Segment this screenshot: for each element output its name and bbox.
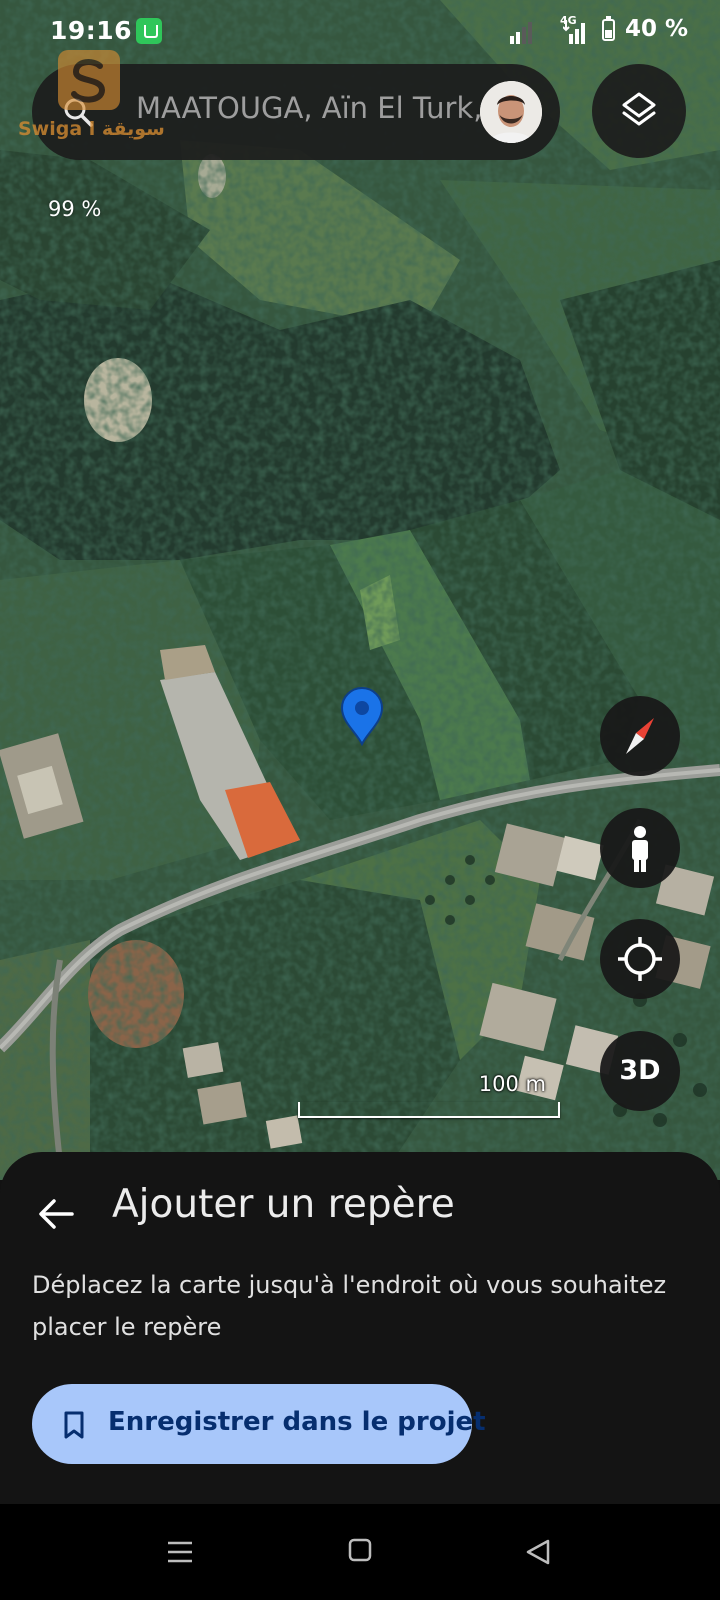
- sheet-title: Ajouter un repère: [112, 1182, 455, 1227]
- add-placemark-sheet: Ajouter un repère Déplacez la carte jusq…: [0, 1152, 720, 1504]
- my-location-icon: [618, 937, 662, 981]
- battery-level: 40 %: [625, 16, 689, 42]
- back-triangle-icon[interactable]: [524, 1538, 552, 1566]
- back-arrow-icon[interactable]: [36, 1194, 76, 1234]
- watermark-text: Swiga l سويقة: [18, 118, 165, 140]
- compass-icon: [626, 718, 654, 754]
- search-query-text[interactable]: MAATOUGA, Aïn El Turk, Oran, Algérie: [136, 91, 486, 125]
- map-scale: 100 m: [298, 1072, 560, 1118]
- save-to-project-button[interactable]: Enregistrer dans le projet: [32, 1384, 486, 1464]
- location-pin-icon: [340, 687, 384, 746]
- recents-icon[interactable]: [166, 1540, 194, 1564]
- street-view-button[interactable]: [600, 808, 680, 888]
- sheet-description: Déplacez la carte jusqu'à l'endroit où v…: [32, 1271, 667, 1341]
- signal-strength-icon: [510, 22, 532, 44]
- watermark-logo-icon: [58, 50, 120, 110]
- satellite-map[interactable]: [0, 0, 720, 1180]
- home-icon[interactable]: [348, 1538, 372, 1562]
- pegman-icon: [632, 826, 648, 872]
- profile-photo: [480, 81, 542, 143]
- scale-bar: [298, 1102, 560, 1118]
- notification-app-icon: [136, 18, 162, 44]
- 3d-button-label: 3D: [619, 1055, 661, 1086]
- layers-button[interactable]: [592, 64, 686, 158]
- 3d-view-button[interactable]: 3D: [600, 1031, 680, 1111]
- status-time: 19:16: [50, 16, 133, 45]
- save-button-label: Enregistrer dans le projet: [108, 1407, 486, 1437]
- system-navigation-bar: [0, 1504, 720, 1600]
- zoom-percent: 99 %: [48, 197, 102, 221]
- my-location-button[interactable]: [600, 919, 680, 999]
- avatar[interactable]: [480, 81, 542, 143]
- compass-button[interactable]: [600, 696, 680, 776]
- layers-icon: [622, 92, 656, 126]
- bookmark-icon: [64, 1411, 84, 1439]
- battery-icon: [602, 16, 615, 41]
- satellite-imagery: [0, 0, 720, 1180]
- cellular-signal-icon: [563, 20, 585, 44]
- scale-label: 100 m: [478, 1072, 546, 1096]
